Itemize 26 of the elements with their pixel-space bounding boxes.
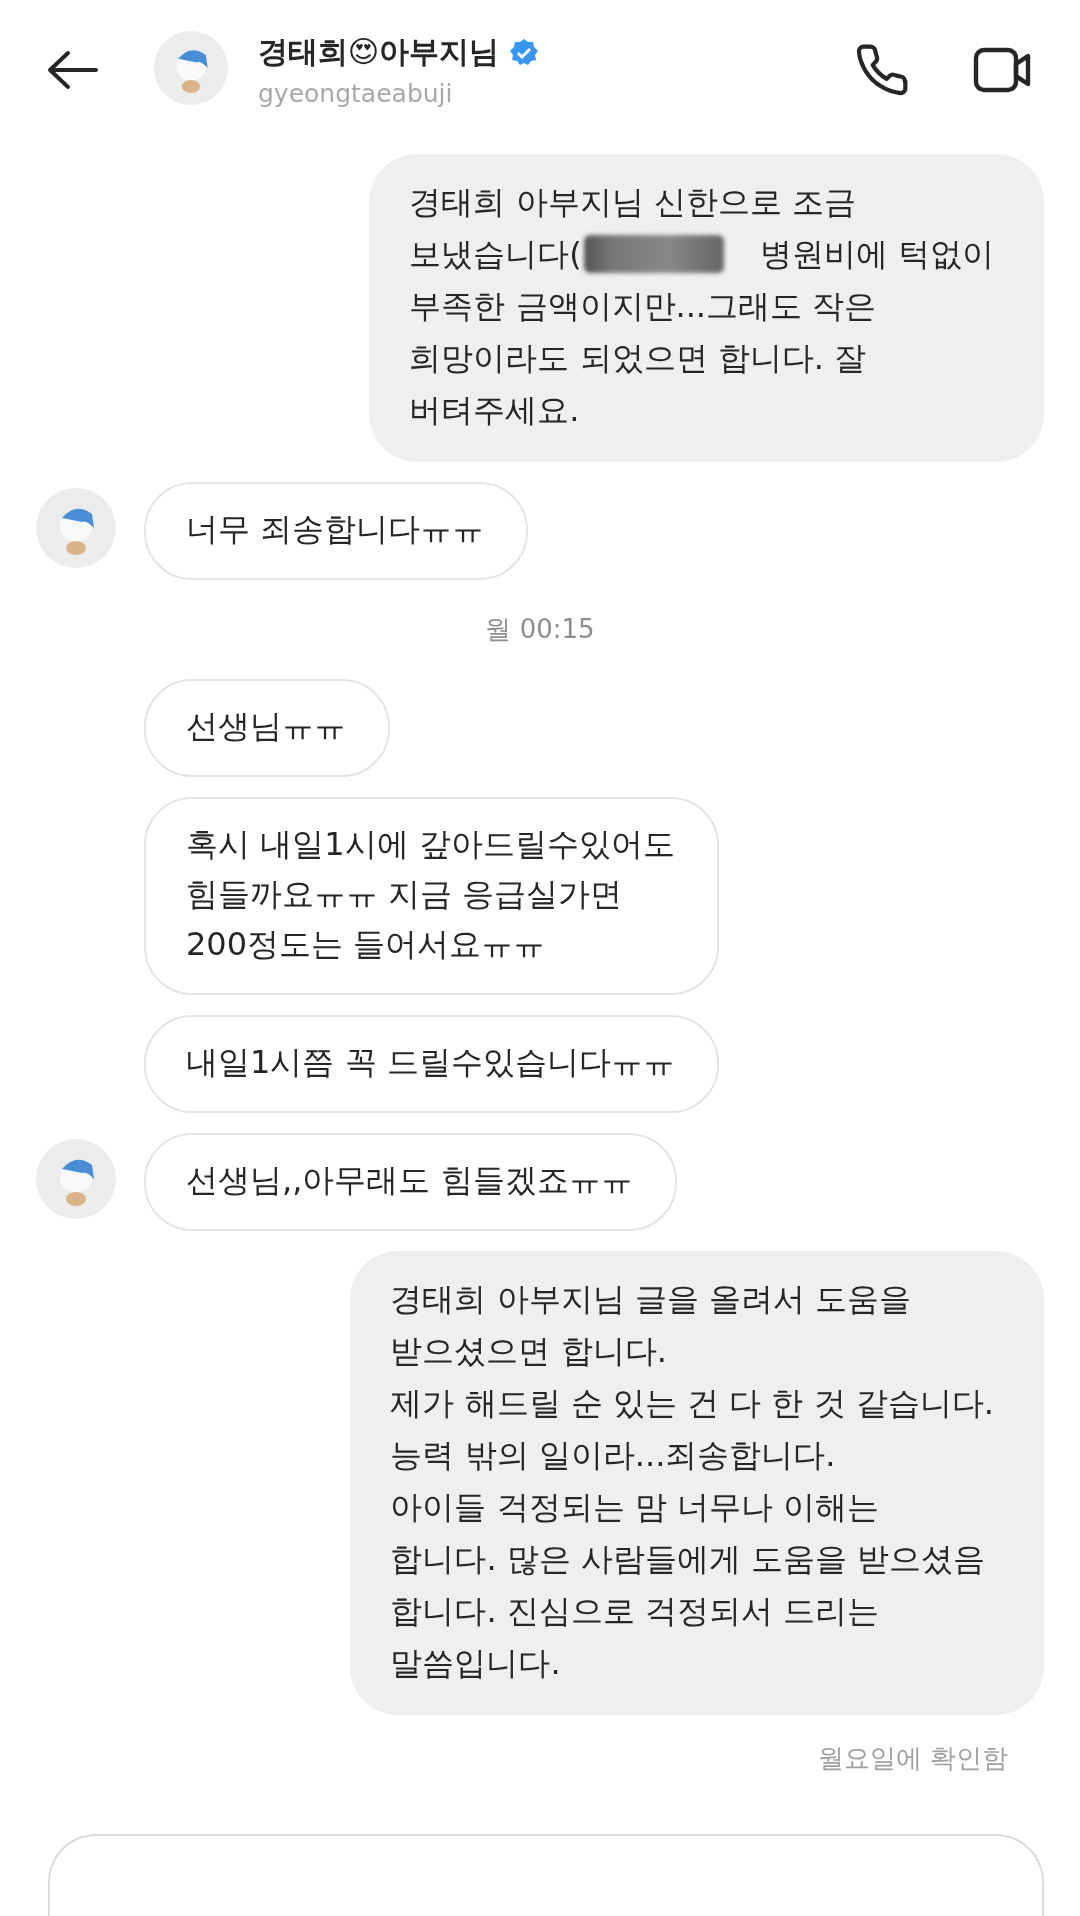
message-line: 선생님ㅠㅠ: [186, 706, 346, 747]
message-line: 200정도는 들어서요ㅠㅠ: [186, 924, 547, 965]
message-line: 힘들까요ㅠㅠ 지금 응급실가면: [186, 874, 624, 915]
message-line: 경태희 아부지님 글을 올려서 도움을: [390, 1279, 913, 1320]
message-line: 내일1시쯤 꼭 드릴수있습니다ㅠㅠ: [186, 1042, 675, 1083]
message-line: 합니다. 진심으로 걱정되서 드리는: [390, 1591, 881, 1632]
message-line: 보냈습니다(: [409, 234, 582, 275]
username: gyeongtaeabuji: [258, 79, 454, 108]
message-line: 너무 죄송합니다ㅠㅠ: [186, 509, 485, 550]
message-line: 선생님,,아무래도 힘들겠죠ㅠㅠ: [186, 1160, 633, 1201]
message-line: 아이들 걱정되는 맘 너무나 이해는: [390, 1487, 881, 1528]
message-line: 혹시 내일1시에 갚아드릴수있어도: [186, 824, 675, 865]
message-line: 병원비에 턱없이: [759, 234, 994, 275]
contact-name: 경태희😍아부지님: [258, 33, 500, 71]
message-line: 제가 해드릴 순 있는 건 다 한 것 같습니다.: [390, 1383, 994, 1424]
message-line: 합니다. 많은 사람들에게 도움을 받으셨음: [390, 1539, 987, 1580]
message-input-field[interactable]: [48, 1834, 1044, 1916]
message-line: 받으셨으면 합니다.: [390, 1331, 668, 1372]
message-line: 부족한 금액이지만...그래도 작은: [409, 286, 878, 327]
timestamp: 월 00:15: [484, 613, 596, 646]
read-receipt: 월요일에 확인함: [816, 1742, 1009, 1775]
message-line: 능력 밖의 일이라...죄송합니다.: [390, 1435, 837, 1476]
message-line: 말씀입니다.: [390, 1643, 562, 1684]
message-line: 희망이라도 되었으면 합니다. 잘: [409, 338, 868, 379]
message-line: 버텨주세요.: [409, 390, 581, 431]
message-line: 경태희 아부지님 신한으로 조금: [409, 182, 857, 223]
